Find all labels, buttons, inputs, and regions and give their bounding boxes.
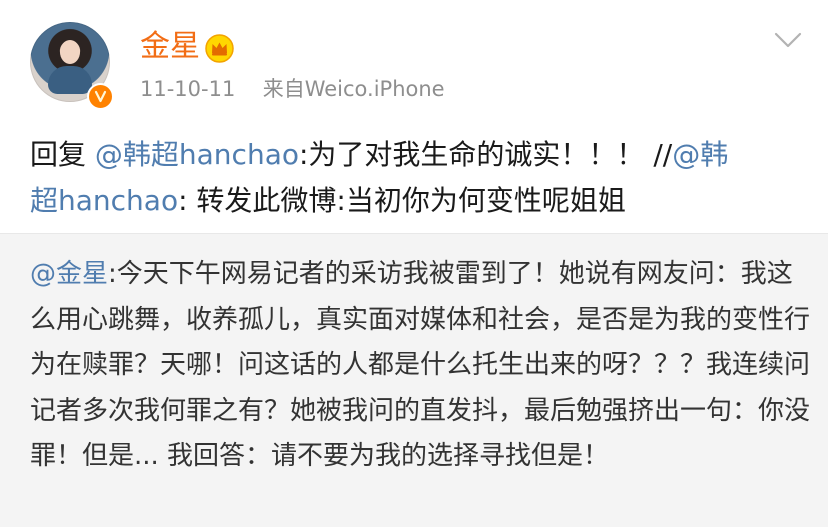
repost-mention[interactable]: @金星 <box>30 259 108 289</box>
repost-body: :今天下午网易记者的采访我被雷到了！她说有网友问：我这么用心跳舞，收养孤儿，真实… <box>30 259 811 471</box>
repost-text: @金星:今天下午网易记者的采访我被雷到了！她说有网友问：我这么用心跳舞，收养孤儿… <box>30 252 810 480</box>
timestamp: 11-10-11 <box>140 77 236 101</box>
mention-link-2-cont[interactable]: 超hanchao <box>30 184 178 217</box>
source[interactable]: 来自Weico.iPhone <box>263 77 445 101</box>
post-line2-text: : 转发此微博:当初你为何变性呢姐姐 <box>178 184 626 217</box>
user-name[interactable]: 金星 <box>140 27 200 67</box>
verified-badge-icon <box>87 83 114 110</box>
v-mark-icon <box>94 90 107 103</box>
post-meta: 11-10-11 来自Weico.iPhone <box>140 75 445 103</box>
repost-box[interactable]: @金星:今天下午网易记者的采访我被雷到了！她说有网友问：我这么用心跳舞，收养孤儿… <box>0 233 828 527</box>
post-line1-text: :为了对我生命的诚实！！！ // <box>299 138 673 171</box>
crown-icon <box>205 34 234 63</box>
reply-prefix: 回复 <box>30 138 95 171</box>
mention-link-2[interactable]: @韩 <box>672 138 728 171</box>
avatar-body <box>48 66 92 94</box>
post-header: 金星 11-10-11 来自Weico.iPhone <box>0 0 828 120</box>
post-text: 回复 @韩超hanchao:为了对我生命的诚实！！！ //@韩 超hanchao… <box>30 132 810 224</box>
chevron-down-icon[interactable] <box>774 30 802 50</box>
avatar-face <box>60 40 80 64</box>
mention-link[interactable]: @韩超hanchao <box>95 138 299 171</box>
